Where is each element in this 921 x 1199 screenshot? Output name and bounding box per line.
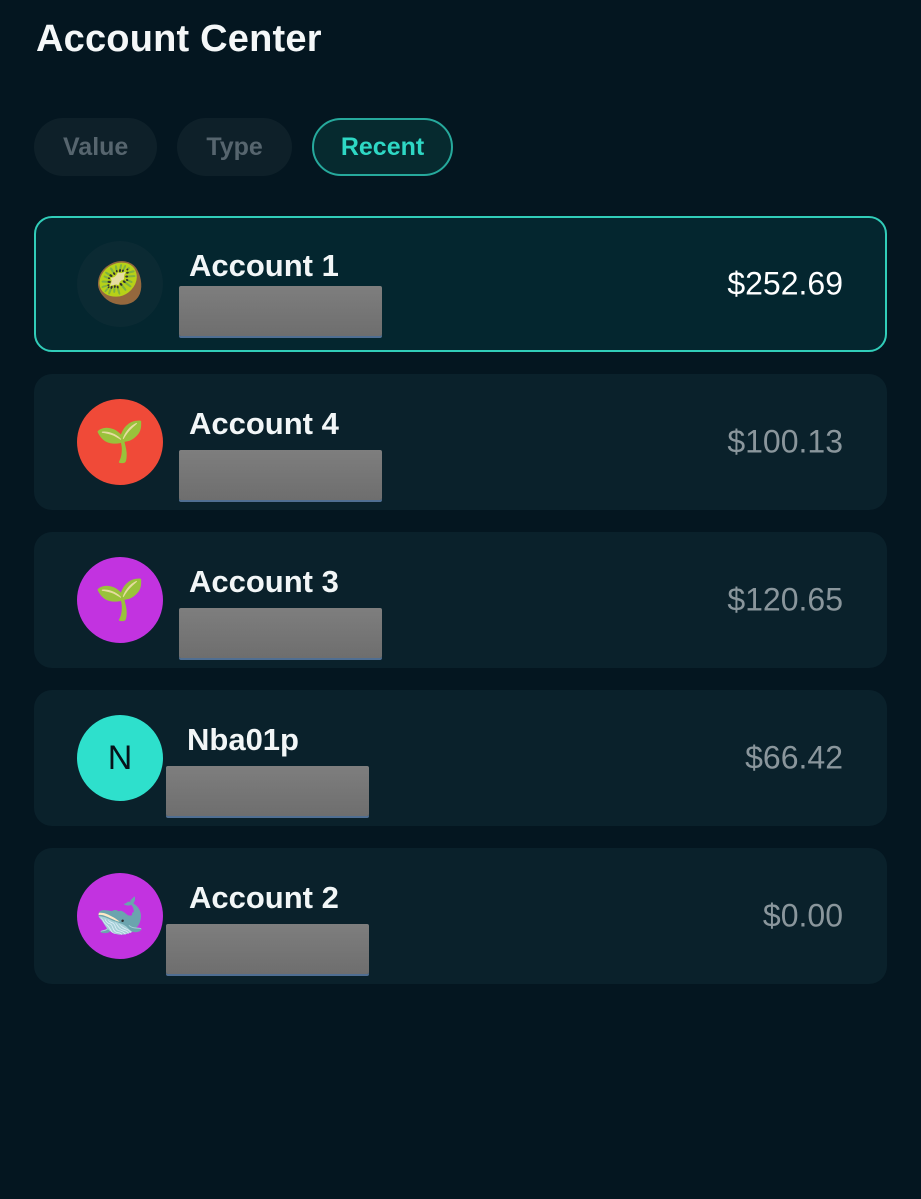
account-card[interactable]: 🌱 Account 4 $100.13 (34, 374, 887, 510)
filter-recent[interactable]: Recent (311, 118, 454, 176)
account-name: Nba01p (187, 722, 299, 757)
redacted-block (179, 450, 382, 500)
account-value: $100.13 (727, 423, 843, 460)
redacted-block (179, 286, 382, 336)
avatar-letter: N (107, 739, 133, 777)
account-value: $0.00 (762, 897, 843, 934)
letter-avatar: N (77, 715, 163, 801)
whale-icon: 🐋 (77, 873, 163, 959)
account-name: Account 3 (189, 564, 339, 599)
page-title: Account Center (36, 18, 322, 60)
account-card[interactable]: 🌱 Account 3 $120.65 (34, 532, 887, 668)
redacted-block (166, 924, 369, 974)
account-value: $252.69 (727, 265, 843, 302)
account-name: Account 1 (189, 248, 339, 283)
kiwi-icon: 🥝 (77, 241, 163, 327)
account-value: $66.42 (745, 739, 843, 776)
account-name: Account 4 (189, 406, 339, 441)
account-name: Account 2 (189, 880, 339, 915)
redacted-block (179, 608, 382, 658)
filter-type[interactable]: Type (177, 118, 292, 176)
filter-bar: Value Type Recent (34, 118, 454, 176)
redacted-block (166, 766, 369, 816)
filter-value[interactable]: Value (34, 118, 158, 176)
account-list: 🥝 Account 1 $252.69 🌱 Account 4 $100.13 … (34, 216, 887, 1006)
account-card[interactable]: 🐋 Account 2 $0.00 (34, 848, 887, 984)
account-card[interactable]: 🥝 Account 1 $252.69 (34, 216, 887, 352)
seedling-icon: 🌱 (77, 557, 163, 643)
account-card[interactable]: N Nba01p $66.42 (34, 690, 887, 826)
seedling-icon: 🌱 (77, 399, 163, 485)
account-value: $120.65 (727, 581, 843, 618)
